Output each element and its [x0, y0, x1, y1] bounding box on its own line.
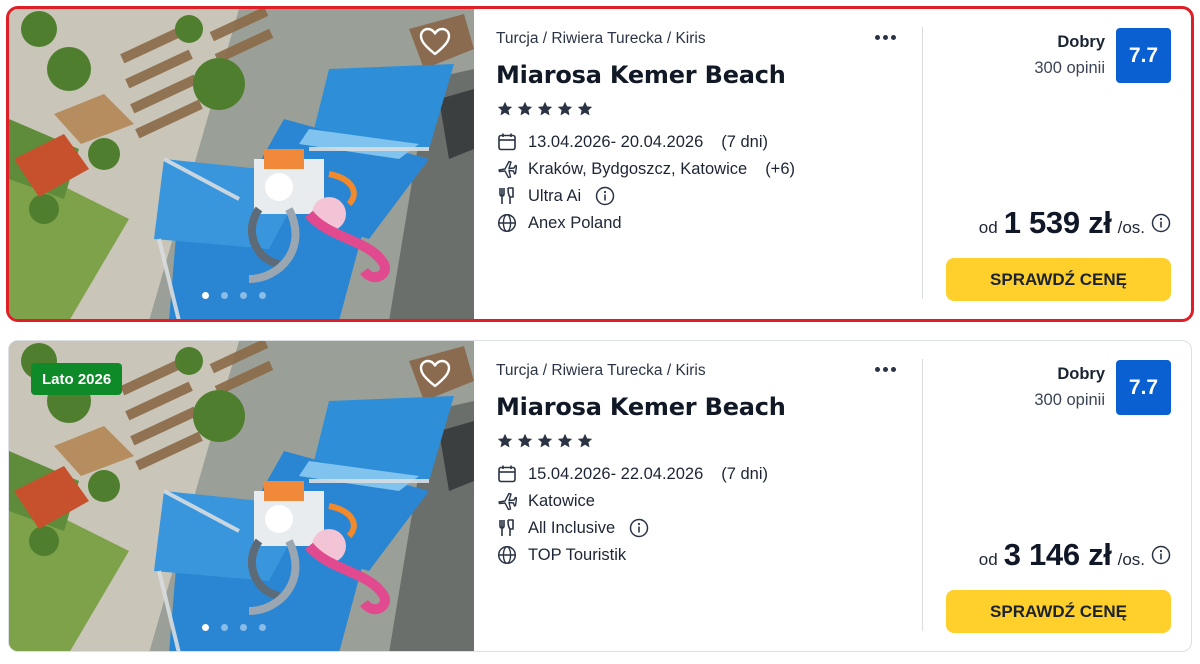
- rating-score-badge: 7.7: [1116, 360, 1171, 415]
- season-badge: Lato 2026: [31, 363, 123, 395]
- departure-row: Kraków, Bydgoszcz, Katowice (+6): [496, 158, 795, 180]
- operator-row: TOP Touristik: [496, 544, 626, 566]
- plane-icon: [496, 490, 518, 512]
- board-type: All Inclusive: [528, 518, 616, 537]
- reviews-count[interactable]: 300 opinii: [1034, 59, 1105, 78]
- gallery-pagination[interactable]: [202, 624, 266, 631]
- globe-icon: [496, 544, 518, 566]
- board-row: Ultra Ai: [496, 185, 615, 207]
- gallery-dot[interactable]: [202, 624, 209, 631]
- hotel-stars: [497, 433, 593, 449]
- price-value: 3 146 zł: [1003, 537, 1112, 572]
- star-icon: [577, 101, 593, 116]
- star-icon: [557, 101, 573, 116]
- departure-more-link[interactable]: (+6): [765, 160, 795, 179]
- favorite-button[interactable]: [418, 357, 452, 391]
- star-icon: [557, 433, 573, 448]
- gallery-dot[interactable]: [259, 292, 266, 299]
- hotel-stars: [497, 101, 593, 117]
- more-options-button[interactable]: [870, 27, 900, 47]
- check-price-button[interactable]: SPRAWDŹ CENĘ: [946, 258, 1171, 301]
- price-value: 1 539 zł: [1003, 205, 1112, 240]
- tour-operator: Anex Poland: [528, 213, 622, 232]
- heart-outline-icon: [419, 359, 451, 388]
- favorite-button[interactable]: [418, 25, 452, 59]
- more-dots-icon: [874, 366, 880, 372]
- price: od 3 146 zł /os.: [979, 537, 1171, 573]
- globe-icon: [496, 212, 518, 234]
- price: od 1 539 zł /os.: [979, 205, 1171, 241]
- duration-text: (7 dni): [721, 464, 769, 483]
- gallery-dot[interactable]: [221, 292, 228, 299]
- departure-row: Katowice: [496, 490, 613, 512]
- duration-text: (7 dni): [721, 132, 769, 151]
- reviews-count[interactable]: 300 opinii: [1034, 391, 1105, 410]
- plane-icon: [496, 158, 518, 180]
- star-icon: [497, 433, 513, 448]
- price-prefix: od: [978, 218, 998, 237]
- price-info-icon[interactable]: [1151, 545, 1171, 565]
- hotel-photo[interactable]: Lato 2026: [9, 341, 474, 651]
- rating-label: Dobry: [1057, 365, 1105, 383]
- offer-info: Turcja / Riwiera Turecka / Kiris Miarosa…: [496, 9, 916, 319]
- gallery-dot[interactable]: [240, 624, 247, 631]
- star-icon: [517, 101, 533, 116]
- check-price-button[interactable]: SPRAWDŹ CENĘ: [946, 590, 1171, 633]
- heart-outline-icon: [419, 27, 451, 56]
- operator-row: Anex Poland: [496, 212, 622, 234]
- star-icon: [497, 101, 513, 116]
- location-breadcrumb[interactable]: Turcja / Riwiera Turecka / Kiris: [496, 362, 706, 380]
- dates-text: 15.04.2026- 22.04.2026: [528, 464, 704, 483]
- location-breadcrumb[interactable]: Turcja / Riwiera Turecka / Kiris: [496, 30, 706, 48]
- star-icon: [577, 433, 593, 448]
- calendar-icon: [496, 131, 518, 153]
- info-circle-icon[interactable]: [629, 518, 649, 538]
- gallery-pagination[interactable]: [202, 292, 266, 299]
- price-column: Dobry 300 opinii 7.7 od 1 539 zł /os. SP…: [923, 9, 1191, 319]
- price-unit: /os.: [1117, 550, 1145, 569]
- rating-label: Dobry: [1057, 33, 1105, 51]
- offer-card[interactable]: Lato 2026 Turcja / Riwiera Turecka / Kir…: [8, 340, 1192, 652]
- dates-row: 15.04.2026- 22.04.2026 (7 dni): [496, 463, 768, 485]
- hotel-aerial-image: [9, 9, 474, 319]
- fork-knife-icon: [496, 517, 518, 539]
- price-unit: /os.: [1117, 218, 1145, 237]
- gallery-dot[interactable]: [259, 624, 266, 631]
- board-type: Ultra Ai: [528, 186, 582, 205]
- star-icon: [517, 433, 533, 448]
- star-icon: [537, 433, 553, 448]
- hotel-name[interactable]: Miarosa Kemer Beach: [496, 393, 786, 421]
- hotel-name[interactable]: Miarosa Kemer Beach: [496, 61, 786, 89]
- tour-operator: TOP Touristik: [528, 545, 627, 564]
- gallery-dot[interactable]: [221, 624, 228, 631]
- gallery-dot[interactable]: [202, 292, 209, 299]
- departure-cities: Katowice: [528, 491, 595, 510]
- price-info-icon[interactable]: [1151, 213, 1171, 233]
- dates-row: 13.04.2026- 20.04.2026 (7 dni): [496, 131, 768, 153]
- hotel-photo[interactable]: [9, 9, 474, 319]
- info-circle-icon[interactable]: [595, 186, 615, 206]
- fork-knife-icon: [496, 185, 518, 207]
- price-prefix: od: [978, 550, 998, 569]
- offer-info: Turcja / Riwiera Turecka / Kiris Miarosa…: [496, 341, 916, 651]
- dates-text: 13.04.2026- 20.04.2026: [528, 132, 704, 151]
- departure-cities: Kraków, Bydgoszcz, Katowice: [528, 159, 748, 178]
- price-column: Dobry 300 opinii 7.7 od 3 146 zł /os. SP…: [923, 341, 1191, 651]
- gallery-dot[interactable]: [240, 292, 247, 299]
- star-icon: [537, 101, 553, 116]
- calendar-icon: [496, 463, 518, 485]
- rating-score-badge: 7.7: [1116, 28, 1171, 83]
- offer-card[interactable]: Turcja / Riwiera Turecka / Kiris Miarosa…: [6, 6, 1194, 322]
- board-row: All Inclusive: [496, 517, 649, 539]
- more-options-button[interactable]: [870, 359, 900, 379]
- more-dots-icon: [874, 34, 880, 40]
